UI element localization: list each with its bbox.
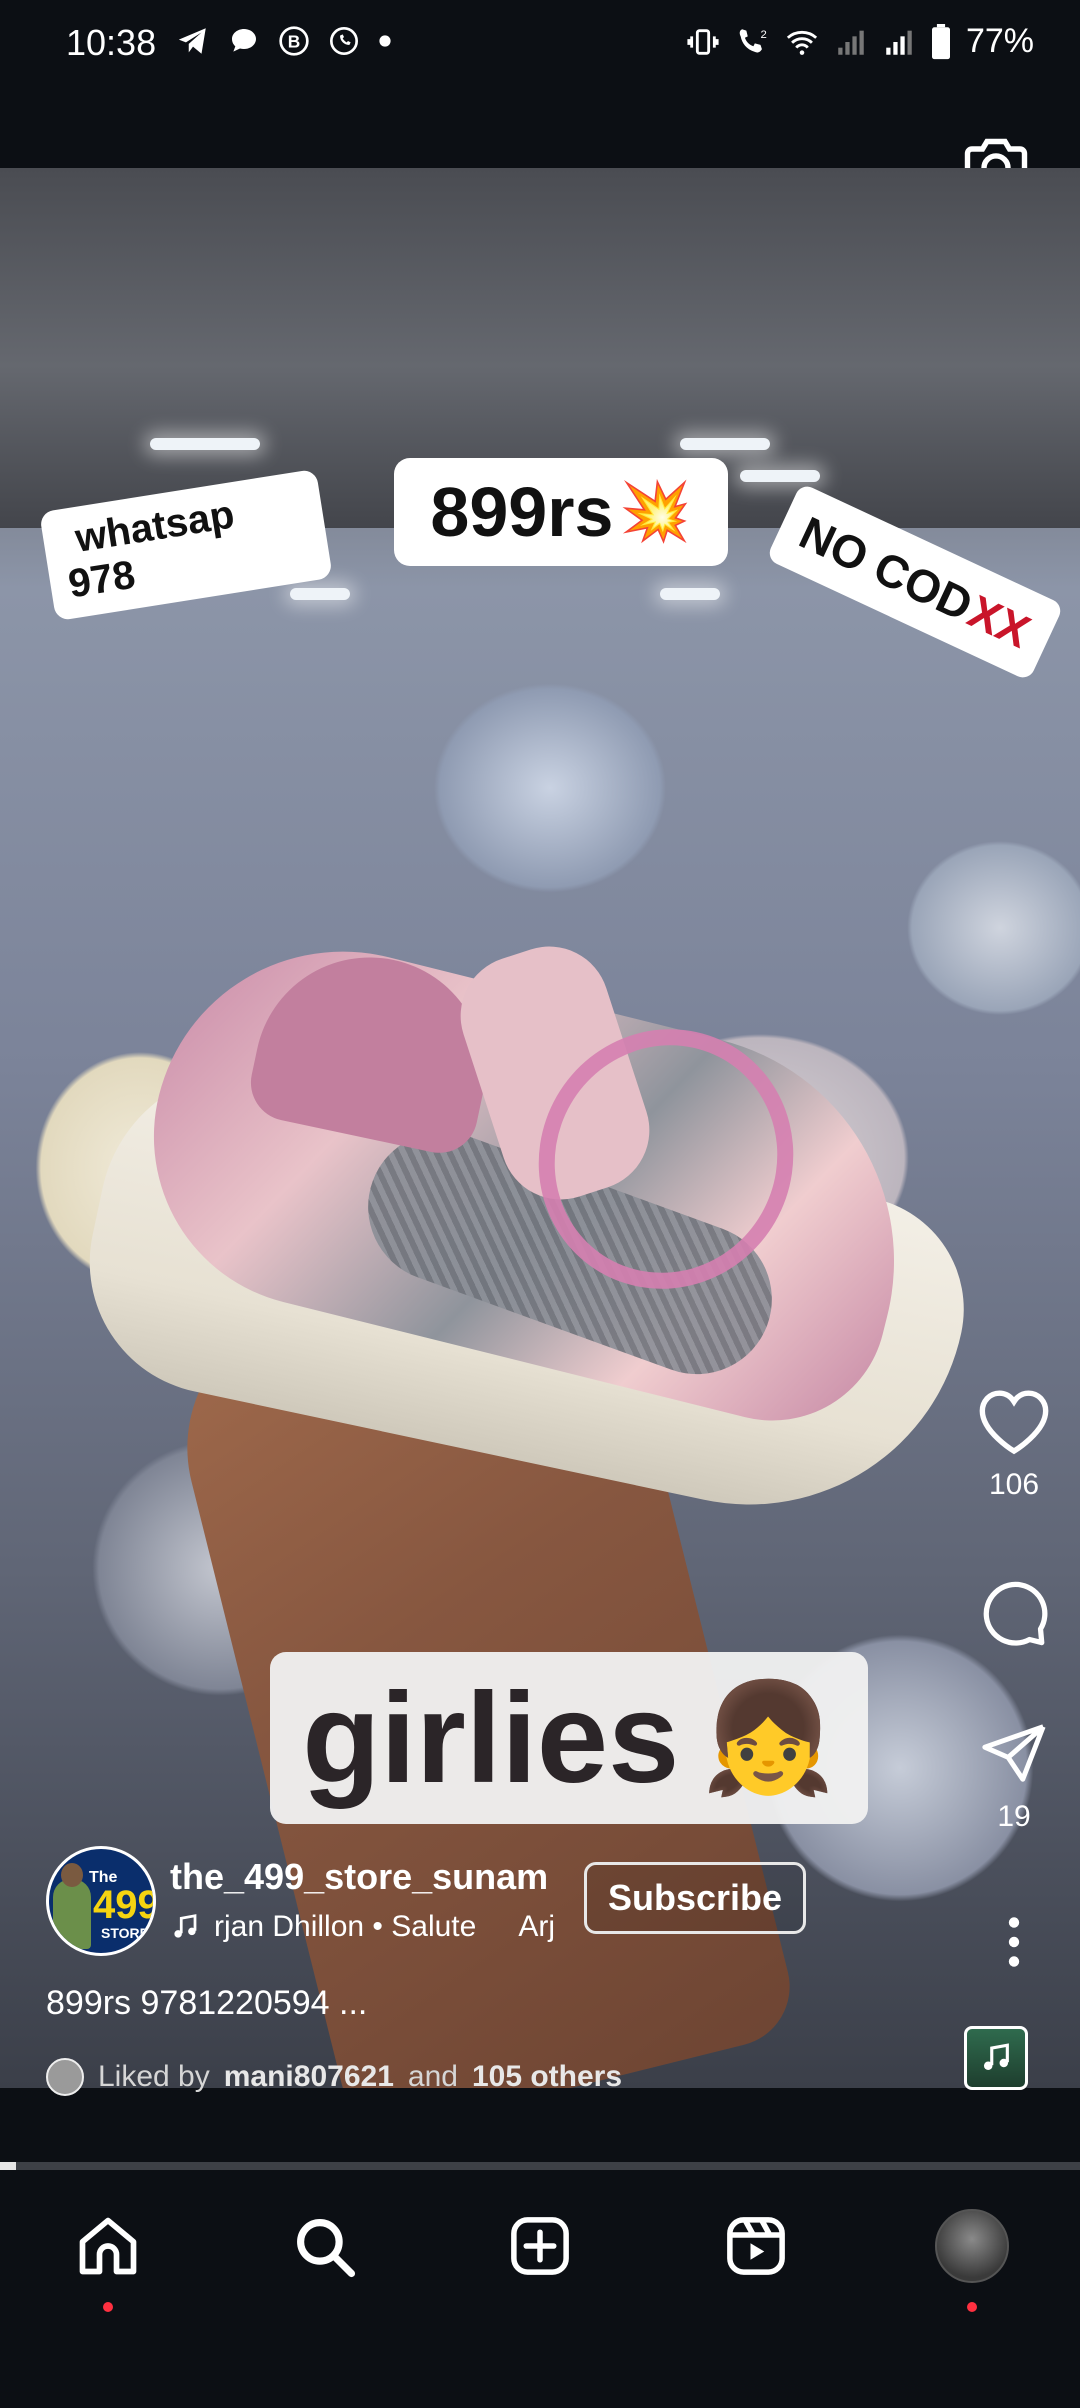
liked-by-others[interactable]: 105 others: [472, 2060, 622, 2094]
home-notification-dot: [103, 2302, 113, 2312]
liked-by[interactable]: Liked by mani807621 and 105 others: [46, 2058, 622, 2096]
bottom-nav: [0, 2170, 1080, 2408]
battery-icon: [931, 23, 950, 59]
liked-by-prefix: Liked by: [98, 2060, 210, 2093]
explosion-emoji: 💥: [619, 479, 692, 544]
home-icon[interactable]: [74, 2212, 142, 2280]
wifi-icon: [786, 30, 818, 55]
status-left-icons: B: [176, 24, 392, 58]
create-icon[interactable]: [507, 2213, 573, 2279]
ceiling-light: [680, 438, 770, 450]
svg-text:B: B: [288, 32, 301, 52]
nav-create[interactable]: [500, 2206, 580, 2286]
share-control[interactable]: 19: [974, 1718, 1054, 1834]
more-control[interactable]: [974, 1916, 1054, 1968]
avatar-logo-number: 499: [93, 1883, 156, 1927]
reels-icon[interactable]: [723, 2213, 789, 2279]
girlies-sticker: girlies 👧: [270, 1652, 868, 1824]
like-count: 106: [988, 1468, 1040, 1501]
dot-icon: [379, 35, 391, 47]
video-progress-fill: [0, 2162, 17, 2170]
audio-info[interactable]: rjan Dhillon • Salute Arj: [170, 1910, 555, 1944]
vibrate-icon: [687, 28, 719, 55]
signal-icon: [886, 30, 912, 55]
search-icon[interactable]: [291, 2213, 357, 2279]
price-sticker: 899rs 💥: [394, 458, 728, 566]
music-note-icon: [983, 2043, 1009, 2071]
heart-icon[interactable]: [976, 1386, 1052, 1456]
ceiling-light: [290, 588, 350, 600]
nav-profile[interactable]: [932, 2206, 1012, 2286]
nav-home[interactable]: [68, 2206, 148, 2286]
chat-icon: [232, 29, 256, 52]
more-vertical-icon[interactable]: [1004, 1916, 1024, 1968]
whatsapp-icon: [330, 27, 358, 55]
liked-by-avatar: [46, 2058, 84, 2096]
status-time: 10:38: [66, 22, 157, 63]
nav-search[interactable]: [284, 2206, 364, 2286]
girl-emoji: 👧: [701, 1676, 836, 1798]
svg-text:2: 2: [760, 28, 766, 40]
ceiling-light: [740, 470, 820, 482]
wifi-call-icon: 2: [739, 28, 767, 52]
music-note-icon: [174, 1914, 197, 1938]
avatar-head: [61, 1863, 83, 1887]
avatar-logo-store: STORE: [101, 1925, 149, 1941]
business-icon: B: [279, 26, 309, 56]
battery-percent: 77%: [965, 22, 1034, 60]
liked-by-user[interactable]: mani807621: [224, 2060, 394, 2094]
status-right-icons: 2 77%: [686, 22, 1034, 61]
audio-title: rjan Dhillon • Salute: [214, 1910, 477, 1943]
caption[interactable]: 899rs 9781220594 ...: [46, 1984, 367, 2023]
profile-notification-dot: [967, 2302, 977, 2312]
like-control[interactable]: 106: [974, 1386, 1054, 1502]
subscribe-button[interactable]: Subscribe: [584, 1862, 806, 1934]
liked-by-and: and: [407, 2060, 458, 2093]
video-progress-bar[interactable]: [0, 2162, 1080, 2170]
author-avatar[interactable]: The 499 STORE: [46, 1846, 156, 1956]
signal-icon: [838, 30, 864, 55]
send-icon[interactable]: [977, 1718, 1051, 1788]
comment-icon[interactable]: [976, 1576, 1052, 1650]
girlies-text: girlies: [302, 1666, 680, 1810]
telegram-icon: [178, 28, 206, 54]
profile-icon[interactable]: [935, 2209, 1009, 2283]
status-bar: 10:38 B 2 77%: [0, 0, 1080, 90]
share-count: 19: [997, 1800, 1031, 1833]
audio-thumbnail[interactable]: [964, 2026, 1028, 2090]
ceiling-light: [150, 438, 260, 450]
nav-reels[interactable]: [716, 2206, 796, 2286]
avatar-person: [53, 1879, 91, 1949]
price-text: 899rs: [430, 473, 614, 551]
comment-control[interactable]: [974, 1576, 1054, 1650]
ceiling-light: [660, 588, 720, 600]
audio-title-continued: Arj: [518, 1910, 555, 1943]
author-username[interactable]: the_499_store_sunam: [170, 1856, 548, 1898]
